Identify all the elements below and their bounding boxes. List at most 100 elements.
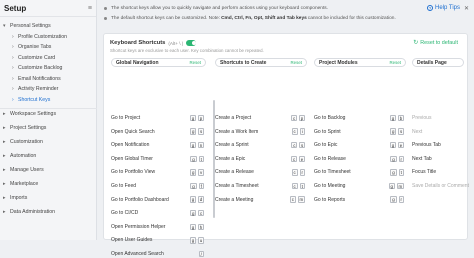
shortcut-row[interactable]: Next Tab xyxy=(412,155,462,163)
shortcut-key[interactable]: g xyxy=(189,114,196,122)
shortcut-key[interactable]: v xyxy=(198,169,204,176)
shortcut-row[interactable]: Create a Release c r xyxy=(215,168,305,176)
shortcut-key[interactable]: h xyxy=(197,223,204,231)
sidebar-section-manage-users[interactable]: ▸ Manage Users xyxy=(0,167,97,173)
shortcut-key[interactable]: d xyxy=(197,196,204,203)
shortcut-row[interactable]: Previous xyxy=(412,114,462,122)
shortcut-key[interactable]: g xyxy=(190,155,197,163)
shortcut-key[interactable]: r xyxy=(299,169,305,176)
shortcut-key[interactable]: u xyxy=(197,237,204,244)
sidebar-item-organise-tabs[interactable]: › Organise Tabs xyxy=(0,44,97,50)
shortcut-row[interactable]: Go to Epic g e xyxy=(314,141,404,149)
shortcut-row[interactable]: Go to Portfolio Dashboard g d xyxy=(111,196,204,204)
shortcut-row[interactable]: Create a Work Item c i xyxy=(215,128,305,136)
sidebar-item-shortcut-keys[interactable]: › Shortcut Keys xyxy=(0,97,97,103)
shortcut-key[interactable]: g xyxy=(189,237,196,244)
sidebar-section-customization[interactable]: ▸ Customization xyxy=(0,139,97,145)
shortcut-row[interactable]: Go to Feed g f xyxy=(111,182,204,190)
shortcut-key[interactable]: g xyxy=(189,141,196,149)
shortcut-key[interactable]: c xyxy=(291,141,298,149)
shortcut-row[interactable]: Create a Sprint c s xyxy=(215,141,305,149)
shortcut-key[interactable]: g xyxy=(189,196,196,203)
shortcut-key[interactable]: g xyxy=(389,114,396,122)
shortcut-key[interactable]: e xyxy=(298,155,305,163)
shortcut-key[interactable]: b xyxy=(397,114,404,122)
shortcut-key[interactable]: i xyxy=(299,128,305,135)
shortcut-row[interactable]: Create a Meeting c m xyxy=(215,196,305,204)
shortcut-row[interactable]: Open User Guides g u xyxy=(111,236,204,244)
shortcut-row[interactable]: Next xyxy=(412,128,462,136)
shortcut-key[interactable]: c xyxy=(291,155,297,163)
close-icon[interactable]: ✕ xyxy=(464,5,469,12)
sidebar-item-activity-reminder[interactable]: › Activity Reminder xyxy=(0,86,97,92)
reset-to-default-button[interactable]: ↻ Reset to default xyxy=(413,39,458,47)
shortcut-row[interactable]: Open Quick Search g s xyxy=(111,128,204,136)
shortcut-key[interactable]: g xyxy=(190,169,197,176)
shortcut-key[interactable]: c xyxy=(291,114,297,122)
shortcut-key[interactable]: g xyxy=(390,155,397,163)
sidebar-item-customize-card[interactable]: › Customize Card xyxy=(0,55,97,61)
shortcut-key[interactable]: p xyxy=(197,114,204,122)
shortcut-row[interactable]: Focus Title xyxy=(412,168,462,176)
shortcut-key[interactable]: g xyxy=(390,169,397,176)
shortcut-row[interactable]: Go to Project g p xyxy=(111,114,204,122)
shortcut-row[interactable]: Go to Meeting g m xyxy=(314,182,404,190)
shortcut-key[interactable]: g xyxy=(390,196,397,203)
shortcut-row[interactable]: Create a Project c p xyxy=(215,114,305,122)
shortcut-key[interactable]: s xyxy=(198,128,204,135)
shortcut-row[interactable]: Open Advanced Search / xyxy=(111,250,204,258)
shortcut-row[interactable]: Create a Epic c e xyxy=(215,155,305,163)
shortcut-row[interactable]: Open Notification g n xyxy=(111,141,204,149)
sidebar-section-personal-settings[interactable]: ▾ Personal Settings xyxy=(0,23,97,29)
shortcut-row[interactable]: Go to Backlog g b xyxy=(314,114,404,122)
shortcut-key[interactable]: f xyxy=(198,182,204,190)
shortcut-key[interactable]: g xyxy=(388,182,395,190)
help-tips-link[interactable]: ? Help Tips xyxy=(426,5,460,11)
shortcut-row[interactable]: Go to CI/CD g c xyxy=(111,209,204,217)
shortcut-key[interactable]: r xyxy=(398,155,404,163)
shortcut-row[interactable]: Previous Tab xyxy=(412,141,462,149)
sidebar-item-customize-backlog[interactable]: › Customize Backlog xyxy=(0,65,97,71)
sidebar-section-data-administration[interactable]: ▸ Data Administration xyxy=(0,209,97,215)
sidebar-section-project-settings[interactable]: ▸ Project Settings xyxy=(0,125,97,131)
shortcut-key[interactable]: r xyxy=(398,196,404,203)
shortcuts-toggle[interactable] xyxy=(186,40,197,46)
shortcut-key[interactable]: n xyxy=(197,141,204,149)
shortcut-row[interactable]: Go to Portfolio View g v xyxy=(111,168,204,176)
shortcut-key[interactable]: g xyxy=(189,223,196,231)
shortcut-key[interactable]: g xyxy=(190,182,197,190)
sidebar-section-marketplace[interactable]: ▸ Marketplace xyxy=(0,181,97,187)
shortcut-key[interactable]: s xyxy=(398,128,404,135)
shortcut-key[interactable]: p xyxy=(298,114,305,122)
shortcut-row[interactable]: Open Global Timer g t xyxy=(111,155,204,163)
shortcut-key[interactable]: t xyxy=(299,182,305,190)
shortcut-row[interactable]: Open Permission Helper g h xyxy=(111,223,204,231)
collapse-sidebar-icon[interactable]: ≡ xyxy=(88,5,92,12)
scrollbar[interactable] xyxy=(213,100,215,218)
shortcut-key[interactable]: m xyxy=(297,196,305,203)
shortcut-key[interactable]: c xyxy=(289,196,296,203)
column-reset-button[interactable]: Reset xyxy=(291,60,302,65)
shortcut-key[interactable]: c xyxy=(291,169,298,176)
column-reset-button[interactable]: Reset xyxy=(390,60,401,65)
shortcut-key[interactable]: g xyxy=(190,209,197,217)
shortcut-row[interactable]: Go to Reports g r xyxy=(314,196,404,204)
shortcut-key[interactable]: / xyxy=(198,250,204,258)
sidebar-section-workspace-settings[interactable]: ▸ Workspace Settings xyxy=(0,111,97,117)
shortcut-key[interactable]: c xyxy=(291,182,298,190)
shortcut-row[interactable]: Save Details or Comment xyxy=(412,182,469,190)
shortcut-key[interactable]: c xyxy=(198,209,204,217)
shortcut-key[interactable]: m xyxy=(396,182,404,190)
shortcut-key[interactable]: g xyxy=(389,141,396,149)
column-reset-button[interactable]: Reset xyxy=(190,60,201,65)
shortcut-row[interactable]: Create a Timesheet c t xyxy=(215,182,305,190)
shortcut-key[interactable]: e xyxy=(397,141,404,149)
shortcut-key[interactable]: t xyxy=(198,155,204,163)
shortcut-key[interactable]: g xyxy=(190,128,197,135)
shortcut-key[interactable]: g xyxy=(390,128,397,135)
sidebar-item-profile-customization[interactable]: › Profile Customization xyxy=(0,34,97,40)
sidebar-item-email-notifications[interactable]: › Email Notifications xyxy=(0,76,97,82)
shortcut-row[interactable]: Go to Release g r xyxy=(314,155,404,163)
shortcut-key[interactable]: c xyxy=(291,128,298,135)
shortcut-row[interactable]: Go to Timesheet g t xyxy=(314,168,404,176)
